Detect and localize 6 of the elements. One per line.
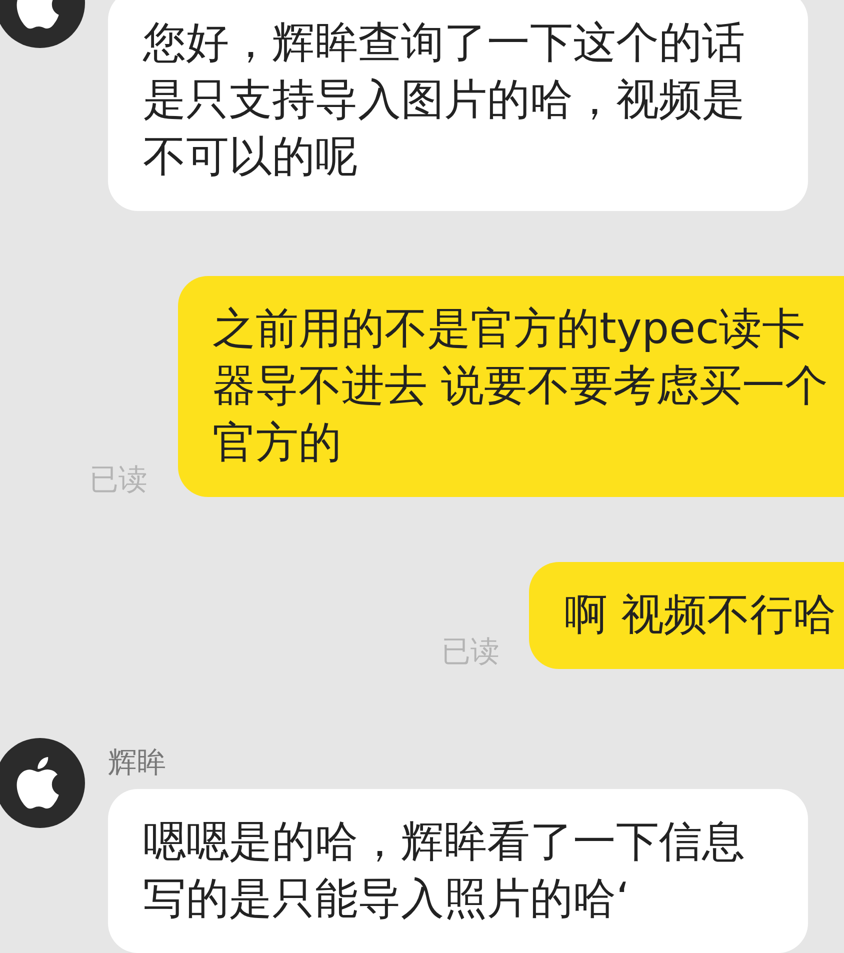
message-bubble: 您好，辉眸查询了一下这个的话是只支持导入图片的哈，视频是不可以的呢 xyxy=(108,0,808,211)
message-bubble: 之前用的不是官方的typec读卡器导不进去 说要不要考虑买一个官方的 xyxy=(178,276,844,497)
apple-avatar-icon xyxy=(0,738,85,828)
message-bubble: 啊 视频不行哈 xyxy=(529,562,844,669)
message-bubble: 嗯嗯是的哈，辉眸看了一下信息写的是只能导入照片的哈‘ xyxy=(108,789,808,953)
sender-name: 辉眸 xyxy=(108,744,166,780)
